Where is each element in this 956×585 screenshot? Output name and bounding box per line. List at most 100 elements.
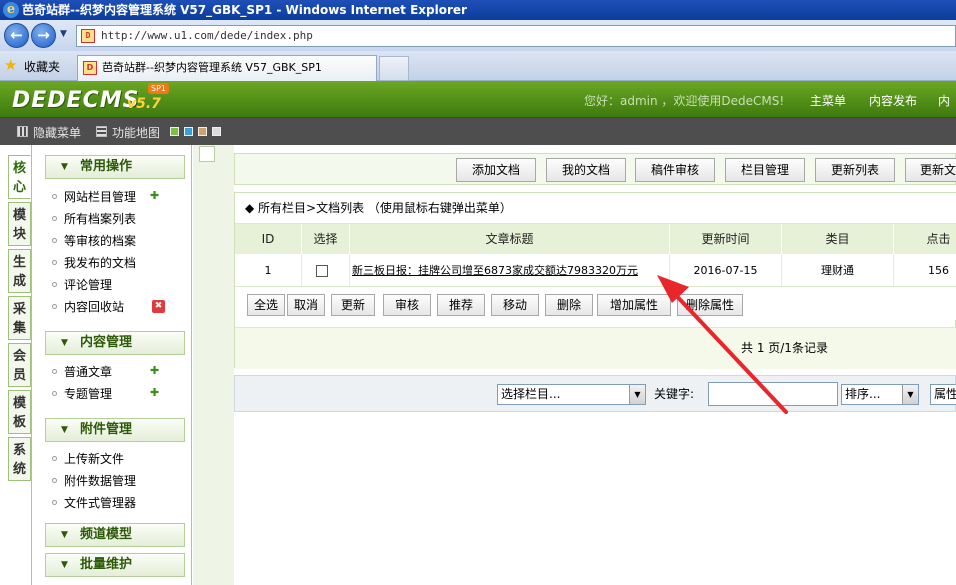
doc-action-bar: 添加文档 我的文档 稿件审核 栏目管理 更新列表 更新文 — [234, 153, 956, 185]
cms-header: DEDECMS v5.7 SP1 您好：admin ，欢迎使用DedeCMS! … — [0, 81, 956, 118]
sidebar-item-pending-archives[interactable]: 等审核的档案 — [52, 232, 136, 249]
sort-select[interactable]: 排序... ▼ — [841, 384, 919, 405]
hide-menu-button[interactable]: 隐藏菜单 — [33, 124, 81, 141]
update-doc-button[interactable]: 更新文 — [905, 158, 956, 182]
sidebar-item-attachment-data[interactable]: 附件数据管理 — [52, 472, 136, 489]
sidebar-item-file-manager[interactable]: 文件式管理器 — [52, 494, 136, 511]
article-title-link[interactable]: 新三板日报：挂牌公司增至6873家成交额达7983320万元 — [352, 264, 638, 277]
cancel-select-button[interactable]: 取消 — [287, 294, 325, 316]
nav-more[interactable]: 内 — [938, 92, 950, 109]
forward-button[interactable]: → — [31, 23, 56, 48]
column-manage-button[interactable]: 栏目管理 — [725, 158, 805, 182]
back-button[interactable]: ← — [4, 23, 29, 48]
section-batch-maintain[interactable]: ▼ 批量维护 — [45, 553, 185, 577]
cell-updated: 2016-07-15 — [670, 254, 782, 287]
side-tab-collect-label: 采集 — [12, 302, 26, 336]
window-title-bar: 芭奇站群--织梦内容管理系统 V57_GBK_SP1 - Windows Int… — [0, 0, 956, 20]
sidebar-item-label: 文件式管理器 — [64, 496, 137, 510]
sidebar-item-topic[interactable]: 专题管理 — [52, 385, 112, 402]
sidebar-item-label: 普通文章 — [64, 365, 113, 379]
update-list-button[interactable]: 更新列表 — [815, 158, 895, 182]
sidebar-item-upload-file[interactable]: 上传新文件 — [52, 450, 124, 467]
site-map-icon — [96, 126, 107, 137]
theme-green-swatch[interactable] — [170, 127, 179, 136]
move-button[interactable]: 移动 — [491, 294, 539, 316]
new-tab-button[interactable] — [379, 56, 409, 81]
col-category: 类目 — [782, 224, 894, 254]
sidebar-item-label: 所有档案列表 — [64, 212, 137, 226]
frame-toggle-box[interactable] — [199, 146, 215, 162]
add-attr-button[interactable]: 增加属性 — [597, 294, 671, 316]
site-map-button[interactable]: 功能地图 — [112, 124, 160, 141]
favorites-star-icon[interactable]: ★ — [4, 58, 17, 73]
side-tab-system[interactable]: 系统 — [8, 437, 31, 481]
row-checkbox[interactable] — [316, 265, 328, 277]
update-button[interactable]: 更新 — [331, 294, 375, 316]
sidebar-item-article[interactable]: 普通文章 — [52, 363, 112, 380]
theme-blue-swatch[interactable] — [184, 127, 193, 136]
col-id: ID — [235, 224, 302, 254]
browser-tab-active[interactable]: D 芭奇站群--织梦内容管理系统 V57_GBK_SP1 — [77, 55, 377, 81]
recommend-button[interactable]: 推荐 — [437, 294, 485, 316]
empty-recycle-icon[interactable]: ✖ — [152, 300, 165, 313]
side-tab-generate[interactable]: 生成 — [8, 249, 31, 293]
side-tab-member[interactable]: 会员 — [8, 343, 31, 387]
sidebar-item-all-archives[interactable]: 所有档案列表 — [52, 210, 136, 227]
bullet-icon — [52, 282, 57, 287]
review-button[interactable]: 稿件审核 — [635, 158, 715, 182]
add-article-icon[interactable]: ✚ — [150, 365, 162, 377]
collapse-arrow-icon: ▼ — [61, 560, 68, 570]
sidebar-item-label: 等审核的档案 — [64, 234, 137, 248]
side-tab-collect[interactable]: 采集 — [8, 296, 31, 340]
bullet-icon — [52, 260, 57, 265]
sidebar-item-label: 评论管理 — [64, 278, 113, 292]
keyword-input[interactable] — [708, 382, 838, 406]
side-tab-module[interactable]: 模块 — [8, 202, 31, 246]
nav-main-menu[interactable]: 主菜单 — [810, 92, 846, 109]
section-attachment-manage[interactable]: ▼ 附件管理 — [45, 418, 185, 442]
history-dropdown-icon[interactable]: ▼ — [60, 29, 70, 39]
side-tab-template[interactable]: 模板 — [8, 390, 31, 434]
address-bar[interactable]: D http://www.u1.com/dede/index.php — [76, 25, 956, 47]
section-title: 常用操作 — [80, 159, 133, 174]
delete-button[interactable]: 删除 — [545, 294, 593, 316]
table-header: ID 选择 文章标题 更新时间 类目 点击 — [235, 224, 956, 254]
search-filter-bar: 选择栏目... ▼ 关键字: 排序... ▼ 属性 — [234, 375, 956, 412]
section-channel-model[interactable]: ▼ 频道模型 — [45, 523, 185, 547]
col-updated: 更新时间 — [670, 224, 782, 254]
sidebar-item-recycle-bin[interactable]: 内容回收站 — [52, 298, 124, 315]
sidebar-item-column-manage[interactable]: 网站栏目管理 — [52, 188, 136, 205]
theme-gray-swatch[interactable] — [212, 127, 221, 136]
side-tab-system-label: 系统 — [12, 443, 26, 477]
section-common-ops[interactable]: ▼ 常用操作 — [45, 155, 185, 179]
sidebar-item-comments[interactable]: 评论管理 — [52, 276, 112, 293]
side-tab-core[interactable]: 核心 — [8, 155, 31, 199]
add-topic-icon[interactable]: ✚ — [150, 387, 162, 399]
section-title: 批量维护 — [80, 557, 133, 572]
bullet-icon — [52, 391, 57, 396]
column-select-value: 选择栏目... — [501, 387, 561, 401]
sidebar-item-label: 上传新文件 — [64, 452, 125, 466]
cell-category: 理财通 — [782, 254, 894, 287]
add-column-icon[interactable]: ✚ — [150, 190, 162, 202]
add-doc-button[interactable]: 添加文档 — [456, 158, 536, 182]
attr-select[interactable]: 属性 — [930, 384, 956, 405]
url-text: http://www.u1.com/dede/index.php — [101, 29, 313, 42]
hide-menu-icon — [17, 126, 28, 137]
browser-nav-bar: ← → ▼ D http://www.u1.com/dede/index.php — [0, 20, 956, 51]
approve-button[interactable]: 审核 — [383, 294, 431, 316]
nav-content-publish[interactable]: 内容发布 — [869, 92, 917, 109]
favorites-button[interactable]: 收藏夹 — [24, 58, 60, 75]
bullet-icon — [52, 238, 57, 243]
column-select[interactable]: 选择栏目... ▼ — [497, 384, 646, 405]
sidebar-item-my-docs[interactable]: 我发布的文档 — [52, 254, 136, 271]
remove-attr-button[interactable]: 删除属性 — [677, 294, 743, 316]
bullet-icon — [52, 369, 57, 374]
section-title: 内容管理 — [80, 335, 133, 350]
section-content-manage[interactable]: ▼ 内容管理 — [45, 331, 185, 355]
side-tab-core-label: 核心 — [12, 161, 26, 195]
cell-title: 新三板日报：挂牌公司增至6873家成交额达7983320万元 — [350, 254, 670, 287]
select-all-button[interactable]: 全选 — [247, 294, 285, 316]
theme-tan-swatch[interactable] — [198, 127, 207, 136]
my-docs-button[interactable]: 我的文档 — [546, 158, 626, 182]
